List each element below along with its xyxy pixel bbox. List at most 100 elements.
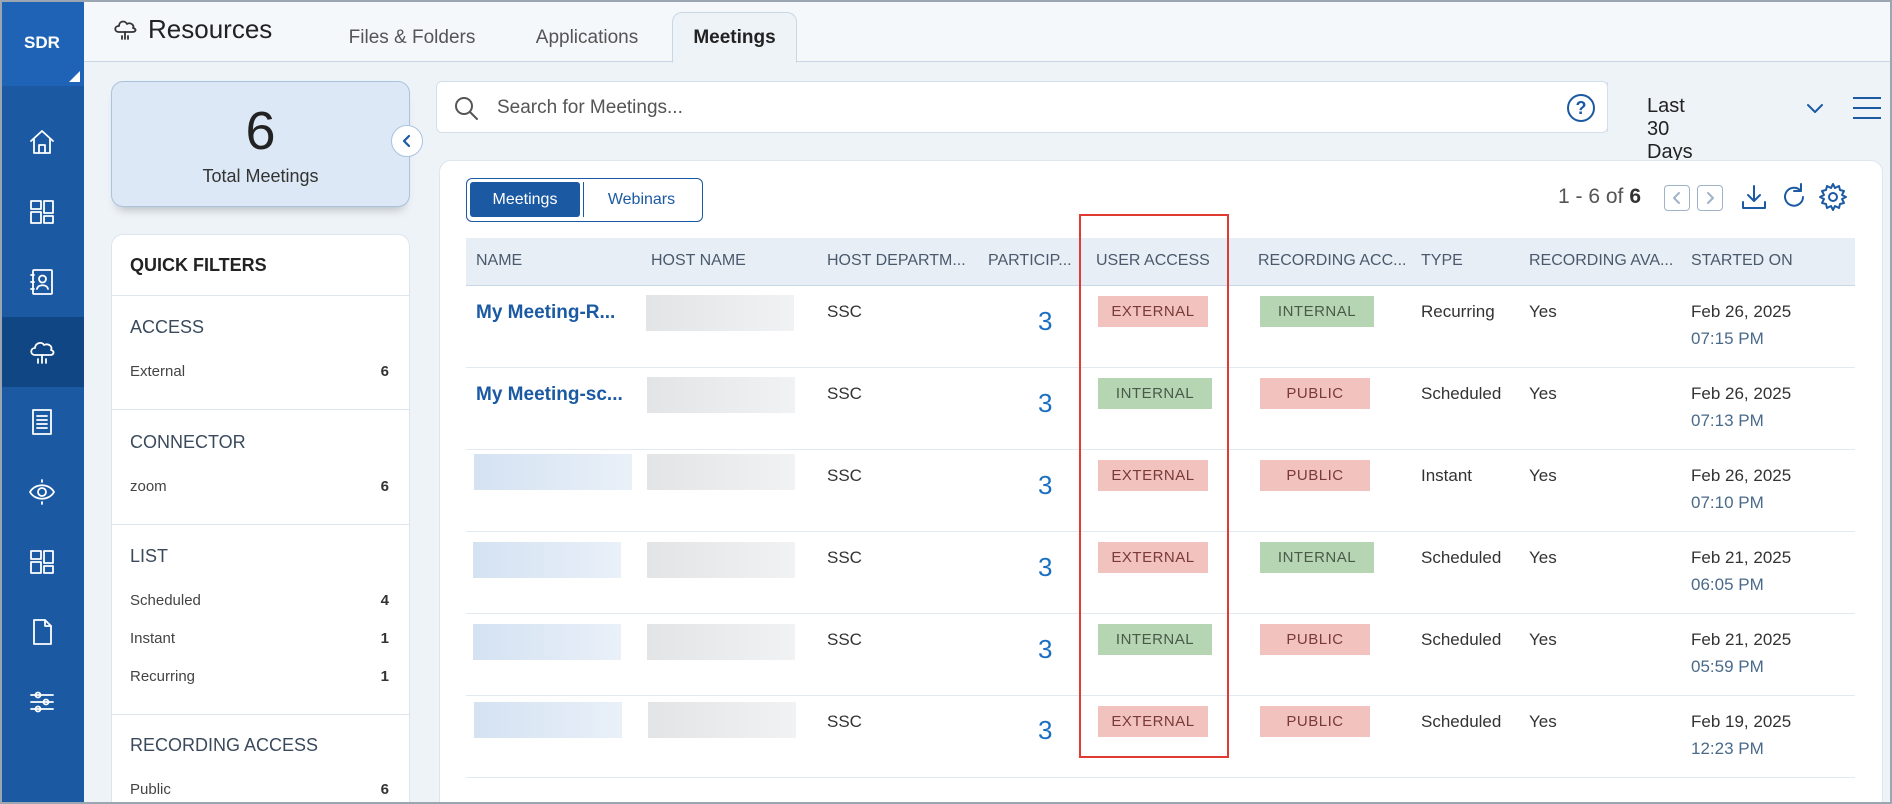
column-header-name[interactable]: NAME (476, 252, 522, 270)
help-icon[interactable]: ? (1567, 94, 1595, 122)
recording-access-badge: PUBLIC (1260, 460, 1370, 491)
host-department: SSC (827, 466, 862, 485)
participants-link[interactable]: 3 (1038, 470, 1052, 501)
rail-item-visibility[interactable] (0, 457, 84, 527)
user-access-badge: EXTERNAL (1098, 460, 1208, 491)
host-department: SSC (827, 384, 862, 403)
gear-icon[interactable] (1817, 181, 1849, 213)
participants-link[interactable]: 3 (1038, 634, 1052, 665)
column-header-host-department[interactable]: HOST DEPARTM... (827, 252, 966, 270)
rail-item-widgets[interactable] (0, 527, 84, 597)
participants-link[interactable]: 3 (1038, 715, 1052, 746)
filter-item-zoom[interactable]: zoom 6 (130, 478, 389, 495)
filter-item-label: Recurring (130, 668, 196, 685)
user-access-badge: EXTERNAL (1098, 542, 1208, 573)
user-access-badge: INTERNAL (1098, 624, 1212, 655)
filter-item-recurring[interactable]: Recurring 1 (130, 668, 389, 685)
recording-available: Yes (1529, 630, 1557, 649)
next-page-button[interactable] (1697, 185, 1723, 211)
pagination-total: 6 (1629, 185, 1642, 208)
table-row[interactable]: SSC 3 INTERNAL PUBLIC Scheduled Yes Feb … (466, 614, 1855, 696)
recording-access-badge: PUBLIC (1260, 378, 1370, 409)
filter-item-count: 6 (380, 781, 389, 798)
table-row[interactable]: SSC 3 EXTERNAL PUBLIC Scheduled Yes Feb … (466, 696, 1855, 778)
redacted-meeting-name[interactable] (473, 624, 621, 660)
eye-scan-icon (29, 479, 55, 505)
started-time: 12:23 PM (1691, 739, 1764, 758)
app-logo[interactable]: SDR (0, 0, 84, 86)
tab-meetings[interactable]: Meetings (672, 12, 797, 63)
filter-item-count: 4 (380, 592, 389, 609)
host-department: SSC (827, 548, 862, 567)
download-icon[interactable] (1738, 181, 1770, 213)
date-range-select[interactable]: Last 30 Days (1647, 95, 1693, 164)
toggle-meetings[interactable]: Meetings (470, 182, 580, 217)
redacted-meeting-name[interactable] (474, 454, 632, 490)
column-header-recording-available[interactable]: RECORDING AVA... (1529, 252, 1673, 270)
filter-item-scheduled[interactable]: Scheduled 4 (130, 592, 389, 609)
rail-item-contacts[interactable] (0, 247, 84, 317)
filter-item-label: Instant (130, 630, 176, 647)
column-header-participants[interactable]: PARTICIP... (988, 252, 1072, 270)
recording-access-badge: PUBLIC (1260, 706, 1370, 737)
left-nav-rail: SDR (0, 0, 84, 804)
redacted-meeting-name[interactable] (474, 702, 622, 738)
rail-item-files[interactable] (0, 597, 84, 667)
participants-link[interactable]: 3 (1038, 388, 1052, 419)
user-access-badge: EXTERNAL (1098, 296, 1208, 327)
total-meetings-card: 6 Total Meetings (111, 81, 410, 207)
table-row[interactable]: My Meeting-R... SSC 3 EXTERNAL INTERNAL … (466, 286, 1855, 368)
redacted-host-name (647, 624, 795, 660)
column-header-recording-access[interactable]: RECORDING ACC... (1258, 252, 1406, 270)
toggle-webinars[interactable]: Webinars (583, 182, 699, 217)
filter-item-count: 6 (380, 363, 389, 380)
participants-link[interactable]: 3 (1038, 552, 1052, 583)
user-access-badge: EXTERNAL (1098, 706, 1208, 737)
column-header-type[interactable]: TYPE (1421, 252, 1463, 270)
column-header-started-on[interactable]: STARTED ON (1691, 252, 1793, 270)
filter-item-count: 6 (380, 478, 389, 495)
column-header-host-name[interactable]: HOST NAME (651, 252, 746, 270)
filter-item-label: Public (130, 781, 171, 798)
redacted-meeting-name[interactable] (473, 542, 621, 578)
rail-item-resources[interactable] (0, 317, 84, 387)
search-input[interactable] (497, 92, 1497, 124)
chevron-down-icon[interactable] (1805, 98, 1825, 118)
started-date: Feb 19, 2025 (1691, 712, 1792, 731)
collapse-panel-button[interactable] (391, 125, 423, 157)
meeting-type: Scheduled (1421, 384, 1502, 403)
rail-item-documents[interactable] (0, 387, 84, 457)
redacted-host-name (648, 702, 796, 738)
table-row[interactable]: SSC 3 EXTERNAL PUBLIC Instant Yes Feb 26… (466, 450, 1855, 532)
host-department: SSC (827, 630, 862, 649)
hamburger-menu-icon[interactable] (1853, 97, 1881, 119)
filter-item-instant[interactable]: Instant 1 (130, 630, 389, 647)
divider (112, 714, 409, 715)
started-date: Feb 26, 2025 (1691, 302, 1792, 321)
rail-item-home[interactable] (0, 107, 84, 177)
rail-item-settings[interactable] (0, 667, 84, 737)
refresh-icon[interactable] (1778, 181, 1810, 213)
started-time: 05:59 PM (1691, 657, 1764, 676)
filter-item-external[interactable]: External 6 (130, 363, 389, 380)
filter-item-label: zoom (130, 478, 167, 495)
tab-files-folders[interactable]: Files & Folders (342, 14, 482, 62)
host-department: SSC (827, 712, 862, 731)
page-title: Resources (112, 14, 272, 45)
recording-available: Yes (1529, 384, 1557, 403)
dashboard-icon (30, 200, 54, 224)
filter-item-public[interactable]: Public 6 (130, 781, 389, 798)
rail-item-dashboard[interactable] (0, 177, 84, 247)
meeting-name-link[interactable]: My Meeting-R... (476, 302, 615, 324)
prev-page-button[interactable] (1664, 185, 1690, 211)
meeting-type: Instant (1421, 466, 1473, 485)
quick-filters-panel: QUICK FILTERS ACCESS External 6 CONNECTO… (111, 234, 410, 804)
participants-link[interactable]: 3 (1038, 306, 1052, 337)
column-header-user-access[interactable]: USER ACCESS (1096, 252, 1210, 270)
recording-access-badge: INTERNAL (1260, 296, 1374, 327)
table-row[interactable]: My Meeting-sc... SSC 3 INTERNAL PUBLIC S… (466, 368, 1855, 450)
tab-applications[interactable]: Applications (528, 14, 646, 62)
table-row[interactable]: SSC 3 EXTERNAL INTERNAL Scheduled Yes Fe… (466, 532, 1855, 614)
redacted-host-name (647, 542, 795, 578)
meeting-name-link[interactable]: My Meeting-sc... (476, 384, 623, 406)
